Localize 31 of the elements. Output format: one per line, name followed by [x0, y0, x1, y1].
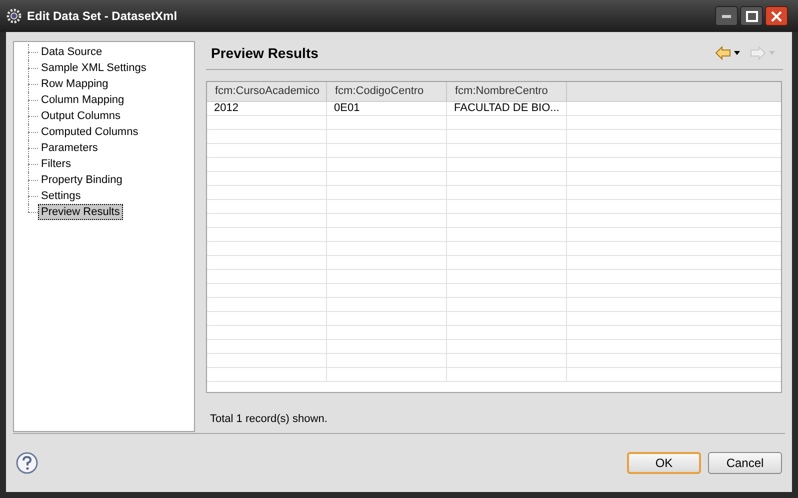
ok-button[interactable]: OK	[627, 452, 701, 474]
maximize-icon	[746, 10, 758, 22]
tree-item[interactable]: Data Source	[38, 44, 106, 60]
tree-item[interactable]: Computed Columns	[38, 124, 142, 140]
page-title: Preview Results	[211, 44, 318, 62]
column-header[interactable]: fcm:CursoAcademico	[207, 82, 327, 101]
status-text: Total 1 record(s) shown.	[210, 412, 328, 427]
tree-item[interactable]: Property Binding	[38, 172, 126, 188]
tree-item[interactable]: Preview Results	[38, 204, 123, 220]
column-header[interactable]: fcm:NombreCentro	[447, 82, 567, 101]
window-title: Edit Data Set - DatasetXml	[27, 8, 178, 25]
tree-item[interactable]: Settings	[38, 188, 84, 204]
table-cell: 0E01	[327, 102, 447, 115]
tree-item[interactable]: Parameters	[38, 140, 101, 156]
help-icon[interactable]	[16, 452, 38, 474]
cancel-button[interactable]: Cancel	[708, 452, 782, 474]
tree-item[interactable]: Row Mapping	[38, 76, 112, 92]
minimize-icon	[722, 14, 731, 18]
maximize-button[interactable]	[740, 6, 763, 26]
tree-item[interactable]: Output Columns	[38, 108, 124, 124]
table-cell: 2012	[207, 102, 327, 115]
tree-item[interactable]: Column Mapping	[38, 92, 128, 108]
tree-item[interactable]: Filters	[38, 156, 74, 172]
close-icon	[771, 10, 782, 22]
gear-icon	[6, 8, 22, 24]
dropdown-caret-icon[interactable]	[734, 51, 740, 55]
minimize-button[interactable]	[715, 6, 738, 26]
column-header[interactable]: fcm:CodigoCentro	[327, 82, 447, 101]
close-button[interactable]	[765, 6, 788, 26]
tree-item[interactable]: Sample XML Settings	[38, 60, 150, 76]
table-cell: FACULTAD DE BIO...	[447, 102, 567, 115]
